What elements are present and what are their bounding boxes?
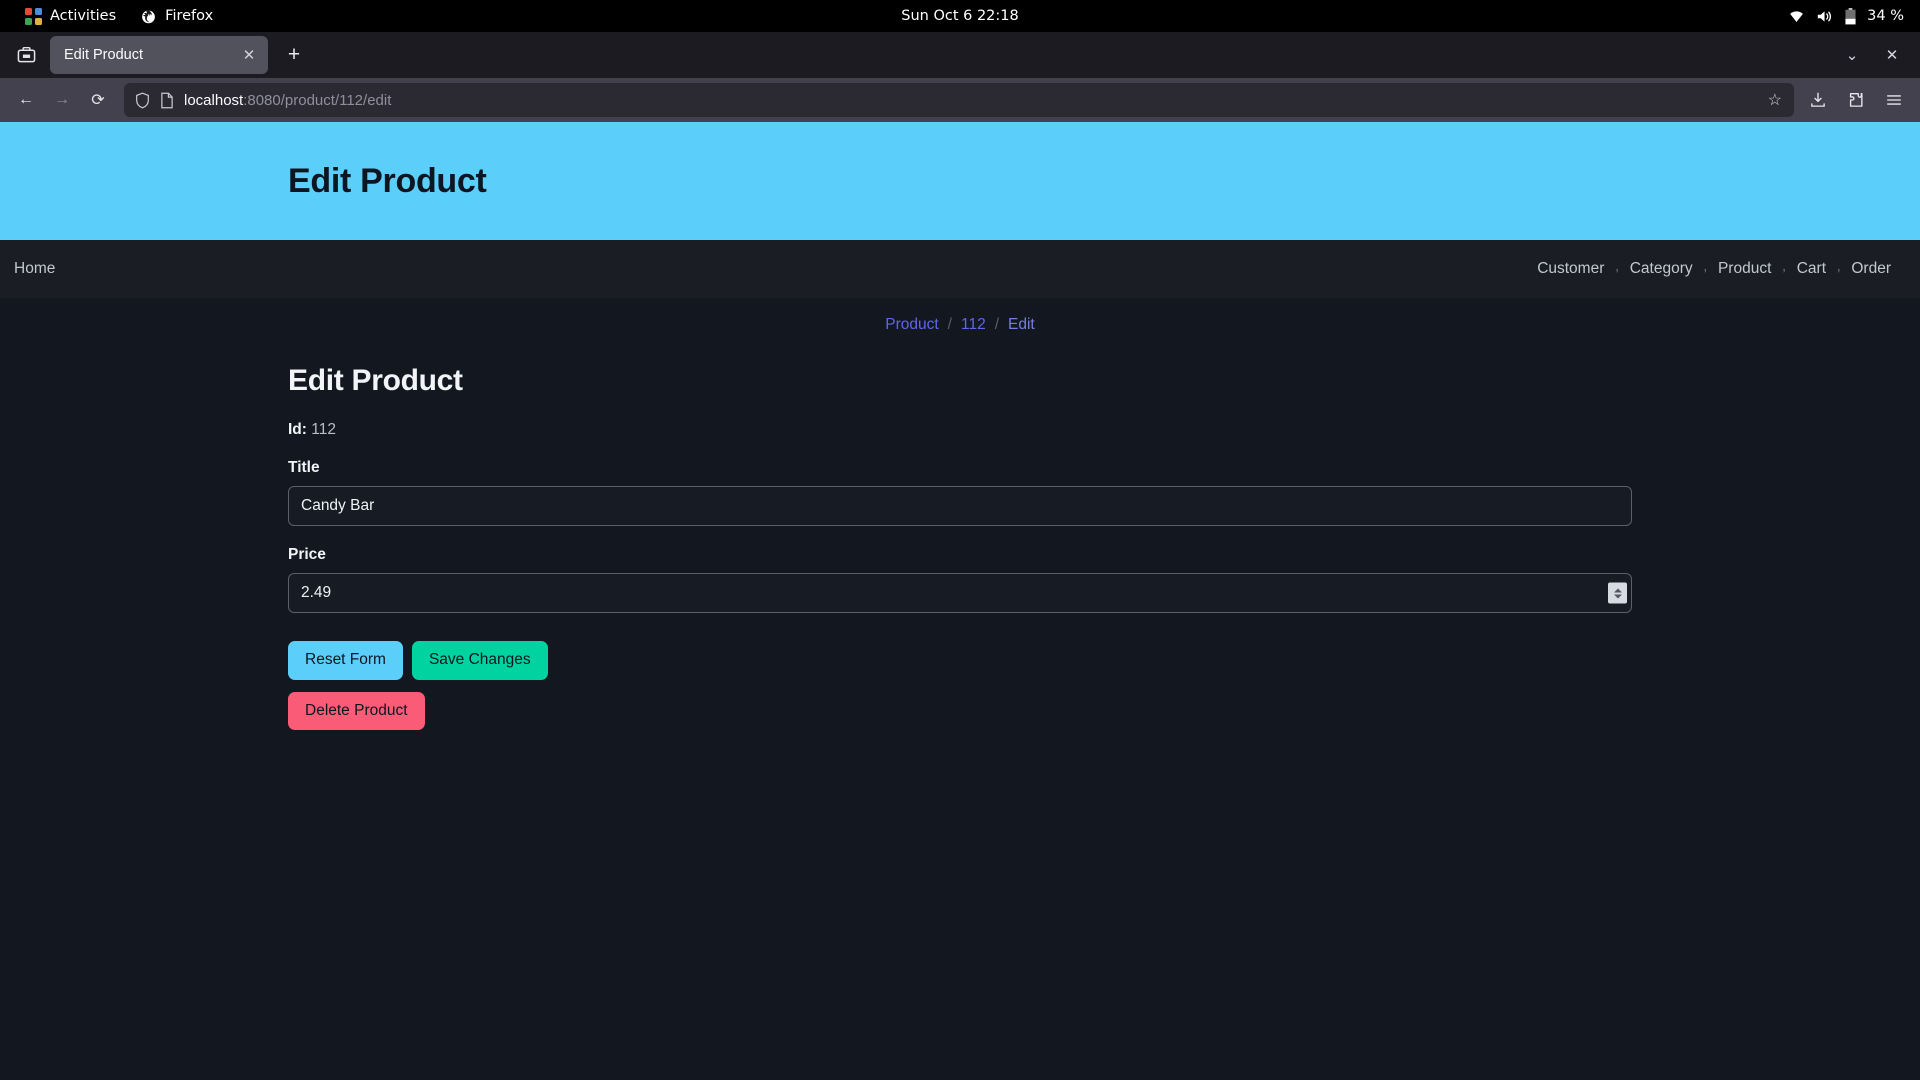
browser-toolbar-icons <box>1800 83 1912 117</box>
browser-tab[interactable]: Edit Product ✕ <box>50 36 268 74</box>
price-field-label: Price <box>288 546 326 563</box>
wifi-icon <box>1790 11 1804 22</box>
forward-button[interactable]: → <box>44 83 80 117</box>
firefox-view-icon <box>17 46 35 62</box>
save-changes-button[interactable]: Save Changes <box>411 641 548 680</box>
title-field-group: Title <box>288 459 1920 526</box>
browser-tab-title: Edit Product <box>64 47 143 63</box>
back-button[interactable]: ← <box>8 83 44 117</box>
breadcrumb-separator: / <box>994 316 1000 333</box>
product-id-label: Id: <box>288 421 307 438</box>
close-icon[interactable]: ✕ <box>237 43 261 67</box>
main-content: Edit Product Id: 112 Title Price Reset F… <box>0 364 1920 731</box>
nav-item-category[interactable]: Category <box>1619 260 1704 278</box>
extensions-icon[interactable] <box>1838 83 1874 117</box>
gnome-top-bar-left: Activities Firefox <box>0 0 225 32</box>
stepper-down-icon[interactable] <box>1613 594 1622 598</box>
browser-nav-bar: ← → ⟳ localhost:8080/product/112/edit ☆ <box>0 78 1920 122</box>
downloads-icon[interactable] <box>1800 83 1836 117</box>
battery-icon <box>1845 7 1856 24</box>
breadcrumb: Product / 112 / Edit <box>0 316 1920 334</box>
page-icon <box>161 92 173 108</box>
nav-links: Customer ’ Category ’ Product ’ Cart ’ O… <box>1526 255 1920 283</box>
form-action-buttons: Reset Form Save Changes <box>288 641 1920 680</box>
breadcrumb-item-edit: Edit <box>1008 316 1035 333</box>
number-stepper[interactable] <box>1608 582 1627 604</box>
page-banner: Edit Product <box>0 122 1920 240</box>
stepper-up-icon[interactable] <box>1613 588 1622 592</box>
hamburger-menu-icon[interactable] <box>1876 83 1912 117</box>
battery-percentage: 34 % <box>1867 8 1904 24</box>
firefox-icon <box>142 9 156 23</box>
nav-item-order[interactable]: Order <box>1840 260 1902 278</box>
nav-item-home[interactable]: Home <box>14 260 55 278</box>
page-content: Edit Product Home Customer ’ Category ’ … <box>0 122 1920 1080</box>
delete-product-button[interactable]: Delete Product <box>288 691 425 731</box>
activities-icon <box>25 7 42 25</box>
firefox-app-label: Firefox <box>165 8 214 24</box>
nav-item-customer[interactable]: Customer <box>1526 260 1615 278</box>
url-path: :8080/product/112/edit <box>243 91 392 109</box>
breadcrumb-item-product[interactable]: Product <box>885 316 938 334</box>
title-input[interactable] <box>288 486 1632 526</box>
price-field-group: Price <box>288 546 1920 613</box>
nav-item-product[interactable]: Product <box>1707 260 1782 278</box>
gnome-system-tray[interactable]: 34 % <box>1788 7 1920 25</box>
chevron-down-icon[interactable]: ⌄ <box>1832 35 1872 75</box>
nav-item-cart[interactable]: Cart <box>1786 260 1837 278</box>
price-input-wrap <box>288 573 1632 613</box>
title-field-label: Title <box>288 459 320 476</box>
window-close-icon[interactable]: ✕ <box>1872 35 1912 75</box>
menu-lines-icon <box>1887 95 1901 105</box>
product-id-value: 112 <box>311 421 336 438</box>
reload-button[interactable]: ⟳ <box>80 83 116 117</box>
bookmark-star-icon[interactable]: ☆ <box>1768 90 1786 110</box>
gnome-top-bar: Activities Firefox Sun Oct 6 22:18 34 % <box>0 0 1920 32</box>
firefox-view-button[interactable] <box>6 35 46 75</box>
delete-button-row: Delete Product <box>288 691 1920 731</box>
price-input[interactable] <box>288 573 1632 613</box>
new-tab-button[interactable]: + <box>277 38 311 72</box>
shield-icon <box>136 92 149 108</box>
url-bar[interactable]: localhost:8080/product/112/edit ☆ <box>124 83 1794 117</box>
activities-button[interactable]: Activities <box>13 0 128 32</box>
product-id-line: Id: 112 <box>288 421 1920 439</box>
breadcrumb-item-id[interactable]: 112 <box>961 316 986 334</box>
puzzle-piece-icon <box>1849 93 1863 107</box>
reset-form-button[interactable]: Reset Form <box>288 641 403 680</box>
page-title: Edit Product <box>288 364 463 397</box>
download-arrow-icon <box>1811 92 1825 107</box>
url-text: localhost:8080/product/112/edit <box>184 92 1758 109</box>
url-host: localhost <box>184 91 244 109</box>
firefox-app-menu[interactable]: Firefox <box>128 0 225 32</box>
volume-icon <box>1817 10 1832 22</box>
title-input-wrap <box>288 486 1632 526</box>
browser-tab-bar: Edit Product ✕ + ⌄ ✕ <box>0 32 1920 78</box>
site-navbar: Home Customer ’ Category ’ Product ’ Car… <box>0 240 1920 298</box>
gnome-clock: Sun Oct 6 22:18 <box>901 8 1019 24</box>
banner-title: Edit Product <box>288 161 487 200</box>
breadcrumb-separator: / <box>947 316 952 333</box>
activities-label: Activities <box>50 8 117 24</box>
